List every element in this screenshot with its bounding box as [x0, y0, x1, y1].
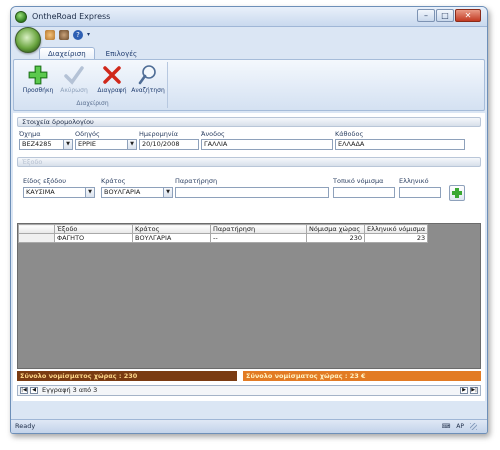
table-cell: 230 — [306, 233, 365, 243]
maximize-button[interactable]: □ — [436, 9, 454, 22]
vehicle-label: Όχημα — [19, 130, 41, 138]
users-icon[interactable] — [45, 30, 55, 40]
arrival-label: Κάθοδος — [335, 130, 364, 138]
main-content: Στοιχεία δρομολογίου Όχημα Οδηγός Ημερομ… — [13, 113, 485, 401]
table-cell: 23 — [363, 233, 429, 243]
plus-icon — [28, 65, 48, 85]
window-title: OntheRoad Express — [32, 12, 111, 21]
user-icon[interactable] — [59, 30, 69, 40]
record-navigator: |◀ ◀ Εγγραφή 3 από 3 ▶ ▶| — [17, 385, 481, 396]
search-button-label: Αναζήτηση — [131, 87, 165, 94]
qat-dropdown-icon[interactable]: ▾ — [87, 30, 93, 40]
column-header[interactable]: Έξοδο — [54, 224, 133, 234]
column-header[interactable]: Νόμισμα χώρας — [306, 224, 365, 234]
application-menu-button[interactable] — [15, 27, 41, 53]
departure-field[interactable]: ΓΑΛΛΙΑ — [201, 139, 333, 150]
date-value: 20/10/2008 — [142, 140, 180, 148]
chevron-down-icon[interactable]: ▼ — [163, 188, 172, 197]
row-selector-header — [18, 224, 55, 234]
country-select[interactable]: ΒΟΥΛΓΑΡΙΑ ▼ — [101, 187, 173, 198]
arrival-value: ΕΛΛΑΔΑ — [338, 140, 365, 148]
resize-grip-icon[interactable] — [470, 423, 477, 430]
vehicle-value: ΒΕΖ4285 — [22, 140, 52, 148]
departure-label: Άνοδος — [201, 130, 225, 138]
last-record-button[interactable]: ▶| — [470, 387, 478, 394]
greek-total: Σύνολο νομίσματος χώρας : 23 € — [243, 371, 481, 381]
cancel-button-label: Ακύρωση — [60, 87, 88, 94]
title-bar: OntheRoad Express – □ ✕ — [11, 7, 487, 27]
date-label: Ημερομηνία — [139, 130, 179, 138]
departure-value: ΓΑΛΛΙΑ — [204, 140, 228, 148]
status-text: Ready — [15, 422, 36, 430]
arrival-field[interactable]: ΕΛΛΑΔΑ — [335, 139, 465, 150]
window-controls: – □ ✕ — [417, 9, 481, 22]
ribbon-group-title: Διαχείριση — [76, 100, 109, 107]
add-button-label: Προσθήκη — [22, 87, 54, 94]
help-icon[interactable]: ? — [73, 30, 83, 40]
table-row[interactable]: ΦΑΓΗΤΟ ΒΟΥΛΓΑΡΙΑ -- 230 23 — [18, 233, 429, 243]
note-field[interactable] — [175, 187, 329, 198]
ribbon: Προσθήκη Ακύρωση Διαγραφή Αναζήτηση Διαχ… — [13, 59, 485, 111]
chevron-down-icon[interactable]: ▼ — [63, 140, 72, 149]
cancel-button[interactable]: Ακύρωση — [56, 64, 92, 96]
magnifier-icon — [138, 65, 156, 85]
date-field[interactable]: 20/10/2008 — [139, 139, 199, 150]
language-indicator[interactable]: AP — [456, 420, 464, 433]
local-currency-label: Τοπικό νόμισμα — [333, 177, 384, 185]
row-selector[interactable] — [18, 233, 55, 243]
search-button[interactable]: Αναζήτηση — [130, 64, 166, 96]
minimize-button[interactable]: – — [417, 9, 435, 22]
greek-currency-field[interactable] — [399, 187, 441, 198]
add-expense-button[interactable] — [449, 185, 465, 201]
keyboard-icon: ⌨ — [441, 423, 451, 430]
add-button[interactable]: Προσθήκη — [20, 64, 56, 96]
app-window: OntheRoad Express – □ ✕ ? ▾ Διαχείριση Ε… — [10, 6, 488, 434]
ribbon-group-management: Προσθήκη Ακύρωση Διαγραφή Αναζήτηση Διαχ… — [18, 62, 168, 108]
first-record-button[interactable]: |◀ — [20, 387, 28, 394]
table-cell: ΒΟΥΛΓΑΡΙΑ — [132, 233, 211, 243]
local-total: Σύνολο νομίσματος χώρας : 230 — [17, 371, 237, 381]
plus-icon — [452, 188, 462, 198]
trip-section-header: Στοιχεία δρομολογίου — [17, 117, 481, 127]
driver-select[interactable]: ΕΡΡΙΕ ▼ — [75, 139, 137, 150]
expense-type-value: ΚΑΥΣΙΜΑ — [26, 188, 55, 196]
app-icon — [15, 11, 27, 23]
delete-button-label: Διαγραφή — [97, 87, 127, 94]
column-header[interactable]: Παρατήρηση — [210, 224, 307, 234]
expense-type-select[interactable]: ΚΑΥΣΙΜΑ ▼ — [23, 187, 95, 198]
expense-type-label: Είδος εξόδου — [23, 177, 66, 185]
local-currency-field[interactable] — [333, 187, 395, 198]
column-header[interactable]: Ελληνικό νόμισμα — [363, 224, 429, 234]
driver-value: ΕΡΡΙΕ — [78, 140, 96, 148]
status-indicators: ⌨ AP — [442, 420, 477, 433]
country-value: ΒΟΥΛΓΑΡΙΑ — [104, 188, 141, 196]
chevron-down-icon[interactable]: ▼ — [85, 188, 94, 197]
expenses-grid[interactable]: Έξοδο Κράτος Παρατήρηση Νόμισμα χώρας Ελ… — [17, 223, 481, 369]
expenses-table: Έξοδο Κράτος Παρατήρηση Νόμισμα χώρας Ελ… — [18, 224, 429, 243]
table-cell: -- — [210, 233, 307, 243]
vehicle-select[interactable]: ΒΕΖ4285 ▼ — [19, 139, 73, 150]
delete-x-icon — [103, 66, 121, 84]
table-cell: ΦΑΓΗΤΟ — [54, 233, 133, 243]
note-label: Παρατήρηση — [175, 177, 218, 185]
checkmark-icon — [64, 66, 84, 85]
greek-currency-label: Ελληνικό — [399, 177, 429, 185]
quick-access-toolbar: ? ▾ — [45, 30, 93, 40]
expense-section-header: Έξοδο — [17, 157, 481, 167]
delete-button[interactable]: Διαγραφή — [94, 64, 130, 96]
country-label: Κράτος — [101, 177, 126, 185]
close-button[interactable]: ✕ — [455, 9, 481, 22]
next-record-button[interactable]: ▶ — [460, 387, 468, 394]
table-header-row: Έξοδο Κράτος Παρατήρηση Νόμισμα χώρας Ελ… — [18, 224, 429, 234]
status-bar: Ready ⌨ AP — [11, 419, 487, 433]
chevron-down-icon[interactable]: ▼ — [127, 140, 136, 149]
previous-record-button[interactable]: ◀ — [30, 387, 38, 394]
driver-label: Οδηγός — [75, 130, 100, 138]
record-position: Εγγραφή 3 από 3 — [42, 386, 98, 394]
column-header[interactable]: Κράτος — [132, 224, 211, 234]
